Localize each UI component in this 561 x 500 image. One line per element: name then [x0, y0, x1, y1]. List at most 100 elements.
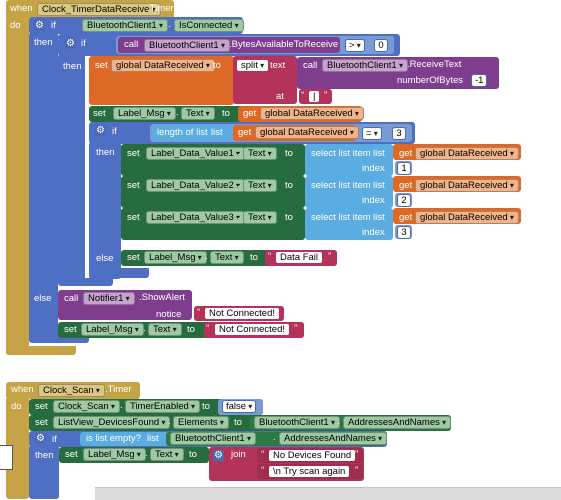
addresses-names-dropdown[interactable]: AddressesAndNames [343, 416, 452, 429]
left-edge-textbox[interactable] [0, 445, 13, 470]
select-list-item-label: select list item [311, 212, 371, 223]
inner-then-label: then [63, 61, 82, 72]
to-label: to [189, 449, 197, 460]
length-if-gear-icon[interactable]: ⚙ [95, 125, 106, 136]
to-label: to [222, 108, 230, 119]
notice-text[interactable]: Not Connected! [205, 308, 280, 319]
property-dot: . [237, 147, 240, 158]
index-label: index [362, 227, 385, 238]
receive-component-dropdown[interactable]: BluetoothClient1 [322, 59, 408, 72]
do-label: do [10, 20, 21, 31]
to-label: to [234, 417, 242, 428]
set-label: set [35, 417, 48, 428]
number-three[interactable]: 3 [392, 127, 406, 140]
to-label: to [213, 60, 221, 71]
text-property-dropdown[interactable]: Text [210, 251, 244, 264]
mutator-gear-icon[interactable]: ⚙ [34, 20, 45, 31]
get-var-dropdown[interactable]: global DataReceived [415, 179, 519, 192]
list-label: list [147, 433, 159, 444]
index-value[interactable]: 3 [397, 226, 411, 239]
elements-property-dropdown[interactable]: Elements [173, 416, 229, 429]
bytes-component-dropdown[interactable]: BluetoothClient1 [144, 39, 230, 52]
split-dropdown[interactable]: split [237, 60, 269, 71]
bluetooth-component-dropdown[interactable]: BluetoothClient1 [170, 432, 256, 445]
quote-open: “ [261, 465, 265, 476]
when-label: when [11, 384, 34, 395]
clock-scan-component-dropdown[interactable]: Clock_Scan [53, 400, 120, 413]
is-list-empty-label: is list empty? [86, 433, 141, 444]
quote-close: ” [355, 465, 359, 476]
property-dot: . [237, 211, 240, 222]
index-value[interactable]: 2 [397, 194, 411, 207]
equals-operator-dropdown[interactable]: = [362, 127, 382, 140]
quote-open: “ [301, 90, 305, 101]
get-label: get [399, 180, 413, 191]
workspace-horizontal-scrollbar[interactable] [95, 487, 561, 500]
text-property-dropdown[interactable]: Text [243, 147, 277, 160]
false-dropdown[interactable]: false [222, 400, 257, 413]
then-label: then [34, 37, 53, 48]
label-msg-dropdown[interactable]: Label_Msg [83, 448, 146, 461]
label-data-value1-dropdown[interactable]: Label_Data_Value1 [146, 147, 246, 160]
notifier-component-dropdown[interactable]: Notifier1 [83, 292, 135, 305]
clock-scan-dropdown[interactable]: Clock_Scan [38, 384, 105, 397]
number-zero[interactable]: 0 [374, 39, 388, 52]
bluetooth-component-dropdown[interactable]: BluetoothClient1 [254, 416, 340, 429]
list-label: list [211, 127, 223, 138]
timer-enabled-dropdown[interactable]: TimerEnabled [125, 400, 201, 413]
global-var-dropdown[interactable]: global DataReceived [111, 59, 215, 72]
data-fail-text[interactable]: Data Fail [276, 252, 323, 263]
number-of-bytes-value[interactable]: -1 [471, 74, 488, 87]
no-devices-found-text[interactable]: No Devices Found [269, 450, 356, 461]
then-label: then [35, 450, 54, 461]
set-label: set [64, 324, 77, 335]
greater-than-operator-dropdown[interactable]: > [345, 39, 365, 52]
empty-if-gear-icon[interactable]: ⚙ [35, 433, 46, 444]
label-data-value3-dropdown[interactable]: Label_Data_Value3 [146, 211, 246, 224]
quote-close: ” [355, 449, 359, 460]
property-dot: . [176, 107, 179, 118]
get-label: get [238, 127, 252, 138]
not-connected-text[interactable]: Not Connected! [215, 324, 290, 335]
set-label: set [127, 180, 140, 191]
set-label: set [127, 148, 140, 159]
try-scan-again-text[interactable]: \n Try scan again [269, 466, 350, 477]
is-connected-property-dropdown[interactable]: IsConnected [174, 19, 244, 32]
label-msg-dropdown[interactable]: Label_Msg [81, 323, 144, 336]
quote-close: ” [275, 307, 279, 318]
label-data-value2-dropdown[interactable]: Label_Data_Value2 [146, 179, 246, 192]
join-gear-icon[interactable]: ⚙ [213, 450, 224, 461]
set-label: set [65, 449, 78, 460]
text-property-dropdown[interactable]: Text [243, 179, 277, 192]
select-list-item-label: select list item [311, 148, 371, 159]
label-msg-dropdown[interactable]: Label_Msg [113, 107, 176, 120]
receive-method: .ReceiveText [407, 59, 462, 70]
get-var-dropdown[interactable]: global DataReceived [260, 107, 364, 120]
show-alert-method: .ShowAlert [139, 292, 185, 303]
split-text-label: text [270, 60, 286, 71]
list-view-component-dropdown[interactable]: ListView_DevicesFound [53, 416, 171, 429]
property-dot: . [168, 416, 171, 427]
list-label: list [373, 148, 385, 159]
text-property-dropdown[interactable]: Text [150, 448, 184, 461]
inner-if-gear-icon[interactable]: ⚙ [65, 38, 76, 49]
if-label: if [52, 434, 57, 445]
text-property-dropdown[interactable]: Text [181, 107, 215, 120]
index-value[interactable]: 1 [397, 162, 411, 175]
quote-open: “ [261, 449, 265, 460]
inner-if-bottom [58, 278, 113, 286]
text-property-dropdown[interactable]: Text [243, 211, 277, 224]
is-connected-component-dropdown[interactable]: BluetoothClient1 [82, 19, 168, 32]
split-at-label: at [276, 91, 284, 102]
property-dot: . [337, 416, 340, 427]
get-var-dropdown[interactable]: global DataReceived [255, 126, 359, 139]
get-var-dropdown[interactable]: global DataReceived [415, 211, 519, 224]
get-label: get [243, 108, 257, 119]
get-var-dropdown[interactable]: global DataReceived [415, 147, 519, 160]
clock-component-dropdown[interactable]: Clock_TimerDataReceive [37, 3, 161, 16]
at-separator-text[interactable]: | [309, 91, 320, 102]
addresses-names-dropdown[interactable]: AddressesAndNames [279, 432, 388, 445]
label-msg-dropdown[interactable]: Label_Msg [144, 251, 207, 264]
select-list-item-label: select list item [311, 180, 371, 191]
text-property-dropdown[interactable]: Text [148, 323, 182, 336]
